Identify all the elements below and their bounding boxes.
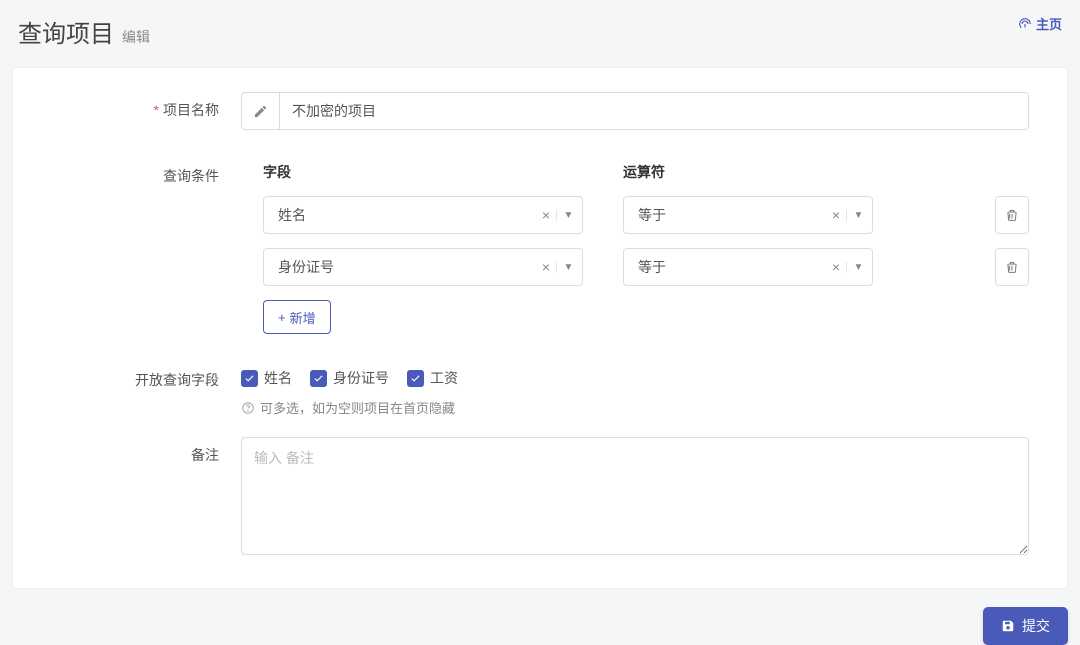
form-footer: 提交 xyxy=(0,589,1080,645)
operator-select[interactable]: 等于 × ▼ xyxy=(623,248,873,286)
header-field: 字段 xyxy=(263,162,623,182)
checkbox-name[interactable]: 姓名 xyxy=(241,368,292,388)
trash-icon xyxy=(1005,260,1019,274)
project-name-input[interactable] xyxy=(280,93,1028,129)
pencil-icon xyxy=(242,93,280,129)
trash-icon xyxy=(1005,208,1019,222)
row-project-name: *项目名称 xyxy=(41,92,1039,130)
label-project-name: *项目名称 xyxy=(41,92,241,130)
plus-icon: + xyxy=(278,310,286,325)
chevron-down-icon[interactable]: ▼ xyxy=(846,210,864,221)
condition-row: 身份证号 × ▼ 等于 × ▼ xyxy=(241,248,1029,286)
chevron-down-icon[interactable]: ▼ xyxy=(556,210,574,221)
row-remark: 备注 xyxy=(41,437,1039,558)
breadcrumb-home-label: 主页 xyxy=(1036,14,1062,33)
label-conditions: 查询条件 xyxy=(41,158,241,334)
page-title: 查询项目 xyxy=(18,14,114,49)
operator-select[interactable]: 等于 × ▼ xyxy=(623,196,873,234)
conditions-header: 字段 运算符 xyxy=(241,158,1029,196)
check-icon xyxy=(410,373,421,384)
field-select[interactable]: 身份证号 × ▼ xyxy=(263,248,583,286)
required-mark: * xyxy=(154,102,159,118)
check-icon xyxy=(244,373,255,384)
delete-condition-button[interactable] xyxy=(995,196,1029,234)
page-header: 查询项目 编辑 主页 xyxy=(0,0,1080,67)
open-fields-checkbox-group: 姓名 身份证号 工资 xyxy=(241,362,1029,388)
check-icon xyxy=(313,373,324,384)
chevron-down-icon[interactable]: ▼ xyxy=(846,262,864,273)
open-fields-hint: 可多选，如为空则项目在首页隐藏 xyxy=(241,398,1029,417)
label-open-fields: 开放查询字段 xyxy=(41,362,241,417)
row-conditions: 查询条件 字段 运算符 姓名 × ▼ 等于 × ▼ xyxy=(41,158,1039,334)
remark-textarea[interactable] xyxy=(241,437,1029,555)
clear-icon[interactable]: × xyxy=(828,259,844,275)
chevron-down-icon[interactable]: ▼ xyxy=(556,262,574,273)
header-op: 运算符 xyxy=(623,162,1029,182)
clear-icon[interactable]: × xyxy=(828,207,844,223)
breadcrumb-home[interactable]: 主页 xyxy=(1018,14,1062,33)
field-select[interactable]: 姓名 × ▼ xyxy=(263,196,583,234)
add-condition-button[interactable]: + 新增 xyxy=(263,300,331,334)
page-subtitle: 编辑 xyxy=(122,27,150,47)
clear-icon[interactable]: × xyxy=(538,207,554,223)
checkbox-salary[interactable]: 工资 xyxy=(407,368,458,388)
checkbox-idcard[interactable]: 身份证号 xyxy=(310,368,389,388)
dashboard-icon xyxy=(1018,17,1032,31)
form-card: *项目名称 查询条件 字段 运算符 姓名 × ▼ xyxy=(12,67,1068,589)
clear-icon[interactable]: × xyxy=(538,259,554,275)
row-open-fields: 开放查询字段 姓名 身份证号 工资 可多选，如为空则项目在首页隐藏 xyxy=(41,362,1039,417)
label-remark: 备注 xyxy=(41,437,241,558)
delete-condition-button[interactable] xyxy=(995,248,1029,286)
submit-button[interactable]: 提交 xyxy=(983,607,1068,645)
help-icon xyxy=(241,401,255,415)
project-name-input-group xyxy=(241,92,1029,130)
save-icon xyxy=(1001,619,1015,633)
condition-row: 姓名 × ▼ 等于 × ▼ xyxy=(241,196,1029,234)
